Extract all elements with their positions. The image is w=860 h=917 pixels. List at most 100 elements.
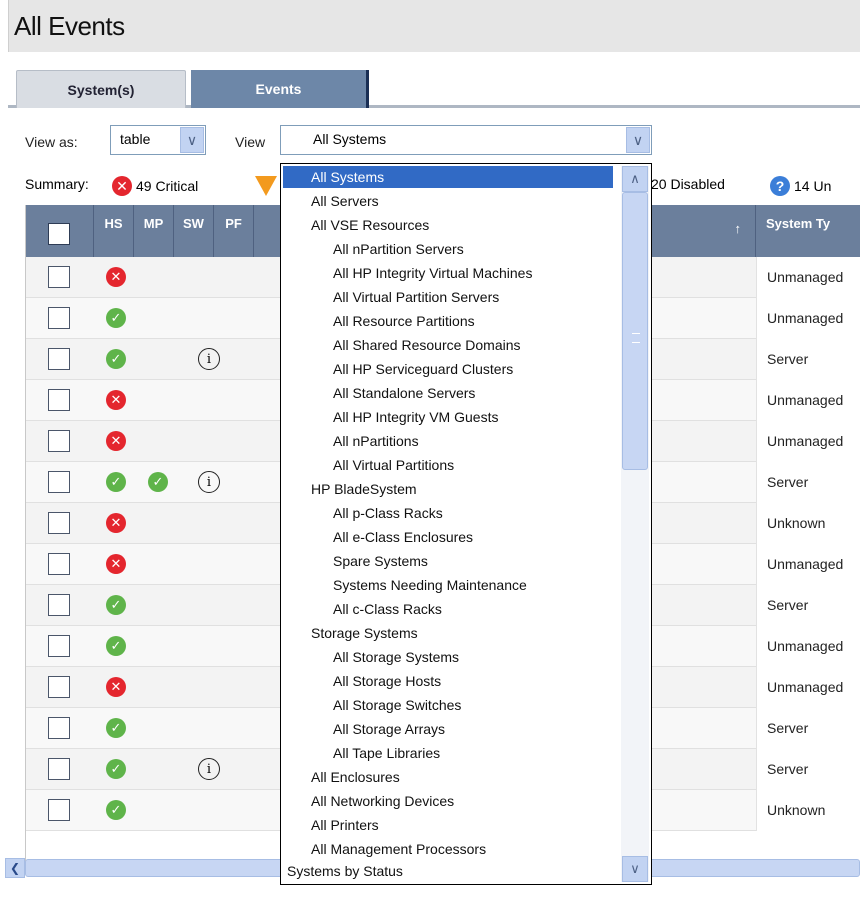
dropdown-scrollbar[interactable]: ∧ ∨ (621, 166, 649, 882)
row-checkbox[interactable] (48, 266, 70, 288)
row-checkbox[interactable] (48, 717, 70, 739)
dropdown-option[interactable]: All Servers (283, 190, 379, 212)
column-sw[interactable]: SW (174, 205, 214, 257)
dropdown-option[interactable]: All Storage Hosts (283, 670, 441, 692)
column-mp[interactable]: MP (134, 205, 174, 257)
dropdown-option[interactable]: All VSE Resources (283, 214, 429, 236)
dropdown-option[interactable]: All Storage Switches (283, 694, 461, 716)
row-checkbox[interactable] (48, 676, 70, 698)
status-critical-icon[interactable]: ✕ (106, 554, 126, 574)
system-type-cell: Server (756, 749, 860, 790)
row-checkbox[interactable] (48, 512, 70, 534)
dropdown-option[interactable]: All HP Integrity VM Guests (283, 406, 498, 428)
row-checkbox[interactable] (48, 389, 70, 411)
dropdown-option[interactable]: Systems Needing Maintenance (283, 574, 527, 596)
critical-icon: ✕ (112, 176, 132, 196)
row-checkbox[interactable] (48, 430, 70, 452)
status-critical-icon[interactable]: ✕ (106, 390, 126, 410)
status-ok-icon[interactable]: ✓ (106, 349, 126, 369)
dropdown-option[interactable]: All Virtual Partition Servers (283, 286, 499, 308)
mp-status-ok-icon[interactable]: ✓ (148, 472, 168, 492)
dropdown-option[interactable]: All Management Processors (283, 838, 486, 860)
summary-label: Summary: (25, 176, 89, 192)
scroll-down-icon[interactable]: ∨ (622, 856, 648, 882)
system-type-cell: Unmanaged (756, 544, 860, 585)
dropdown-option[interactable]: All HP Integrity Virtual Machines (283, 262, 532, 284)
row-checkbox[interactable] (48, 348, 70, 370)
dropdown-option[interactable]: All Storage Systems (283, 646, 459, 668)
view-as-select[interactable]: table ∨ (110, 125, 206, 155)
dropdown-option[interactable]: All Shared Resource Domains (283, 334, 521, 356)
status-critical-icon[interactable]: ✕ (106, 267, 126, 287)
status-ok-icon[interactable]: ✓ (106, 308, 126, 328)
sort-arrow-icon: ↑ (734, 221, 742, 236)
tab-events[interactable]: Events (191, 70, 366, 108)
info-icon[interactable]: i (198, 471, 220, 493)
row-checkbox[interactable] (48, 307, 70, 329)
row-checkbox[interactable] (48, 594, 70, 616)
dropdown-option[interactable]: All Printers (283, 814, 379, 836)
summary-warning[interactable] (255, 176, 277, 196)
view-label: View (235, 134, 266, 150)
page-title: All Events (14, 11, 125, 41)
column-pf[interactable]: PF (214, 205, 254, 257)
dropdown-option[interactable]: Spare Systems (283, 550, 428, 572)
view-as-value: table (120, 131, 151, 147)
dropdown-option[interactable]: All nPartitions (283, 430, 419, 452)
status-critical-icon[interactable]: ✕ (106, 677, 126, 697)
status-critical-icon[interactable]: ✕ (106, 431, 126, 451)
row-checkbox[interactable] (48, 471, 70, 493)
dropdown-scroll-thumb[interactable] (622, 192, 648, 470)
view-dropdown-list[interactable]: All Systems All Servers All VSE Resources A… (280, 163, 652, 885)
dropdown-option[interactable]: All Virtual Partitions (283, 454, 454, 476)
column-system-type[interactable]: System Ty (756, 205, 860, 257)
row-checkbox[interactable] (48, 758, 70, 780)
dropdown-option[interactable]: Systems by Status (283, 860, 403, 882)
status-ok-icon[interactable]: ✓ (106, 800, 126, 820)
summary-critical-text: 49 Critical (136, 178, 199, 194)
dropdown-option[interactable]: All Storage Arrays (283, 718, 445, 740)
dropdown-option[interactable]: All e-Class Enclosures (283, 526, 473, 548)
scroll-left-icon[interactable]: ❮ (5, 858, 25, 878)
dropdown-option[interactable]: All Systems (283, 166, 613, 188)
status-ok-icon[interactable]: ✓ (106, 595, 126, 615)
dropdown-option[interactable]: All HP Serviceguard Clusters (283, 358, 513, 380)
dropdown-option[interactable]: All Tape Libraries (283, 742, 440, 764)
dropdown-option[interactable]: All c-Class Racks (283, 598, 442, 620)
status-ok-icon[interactable]: ✓ (106, 636, 126, 656)
info-icon[interactable]: i (198, 758, 220, 780)
dropdown-option[interactable]: All nPartition Servers (283, 238, 464, 260)
summary-disabled[interactable]: 20 Disabled (651, 176, 725, 192)
dropdown-option[interactable]: All Standalone Servers (283, 382, 475, 404)
status-ok-icon[interactable]: ✓ (106, 472, 126, 492)
status-critical-icon[interactable]: ✕ (106, 513, 126, 533)
dropdown-option[interactable]: Storage Systems (283, 622, 418, 644)
dropdown-option[interactable]: All Resource Partitions (283, 310, 475, 332)
row-checkbox[interactable] (48, 799, 70, 821)
view-as-label: View as: (25, 134, 78, 150)
tab-systems[interactable]: System(s) (16, 70, 186, 108)
system-type-cell: Server (756, 339, 860, 380)
status-ok-icon[interactable]: ✓ (106, 759, 126, 779)
system-type-cell: Unmanaged (756, 421, 860, 462)
row-checkbox[interactable] (48, 635, 70, 657)
system-type-cell: Unmanaged (756, 380, 860, 421)
summary-critical[interactable]: ✕ 49 Critical (112, 176, 198, 196)
scroll-up-icon[interactable]: ∧ (622, 166, 648, 192)
select-all-checkbox[interactable] (48, 223, 70, 245)
chevron-down-icon[interactable]: ∨ (180, 127, 204, 153)
dropdown-option[interactable]: All Enclosures (283, 766, 400, 788)
dropdown-option[interactable]: All Networking Devices (283, 790, 454, 812)
chevron-down-icon[interactable]: ∨ (626, 127, 650, 153)
view-select[interactable]: All Systems ∨ (280, 125, 652, 155)
summary-unknown-text: 14 Un (794, 178, 832, 194)
dropdown-option[interactable]: All p-Class Racks (283, 502, 443, 524)
row-checkbox[interactable] (48, 553, 70, 575)
dropdown-option[interactable]: HP BladeSystem (283, 478, 417, 500)
column-hs[interactable]: HS (94, 205, 134, 257)
status-ok-icon[interactable]: ✓ (106, 718, 126, 738)
warning-icon (255, 176, 277, 196)
info-icon[interactable]: i (198, 348, 220, 370)
summary-unknown[interactable]: ? 14 Un (770, 176, 831, 196)
system-type-cell: Unmanaged (756, 667, 860, 708)
